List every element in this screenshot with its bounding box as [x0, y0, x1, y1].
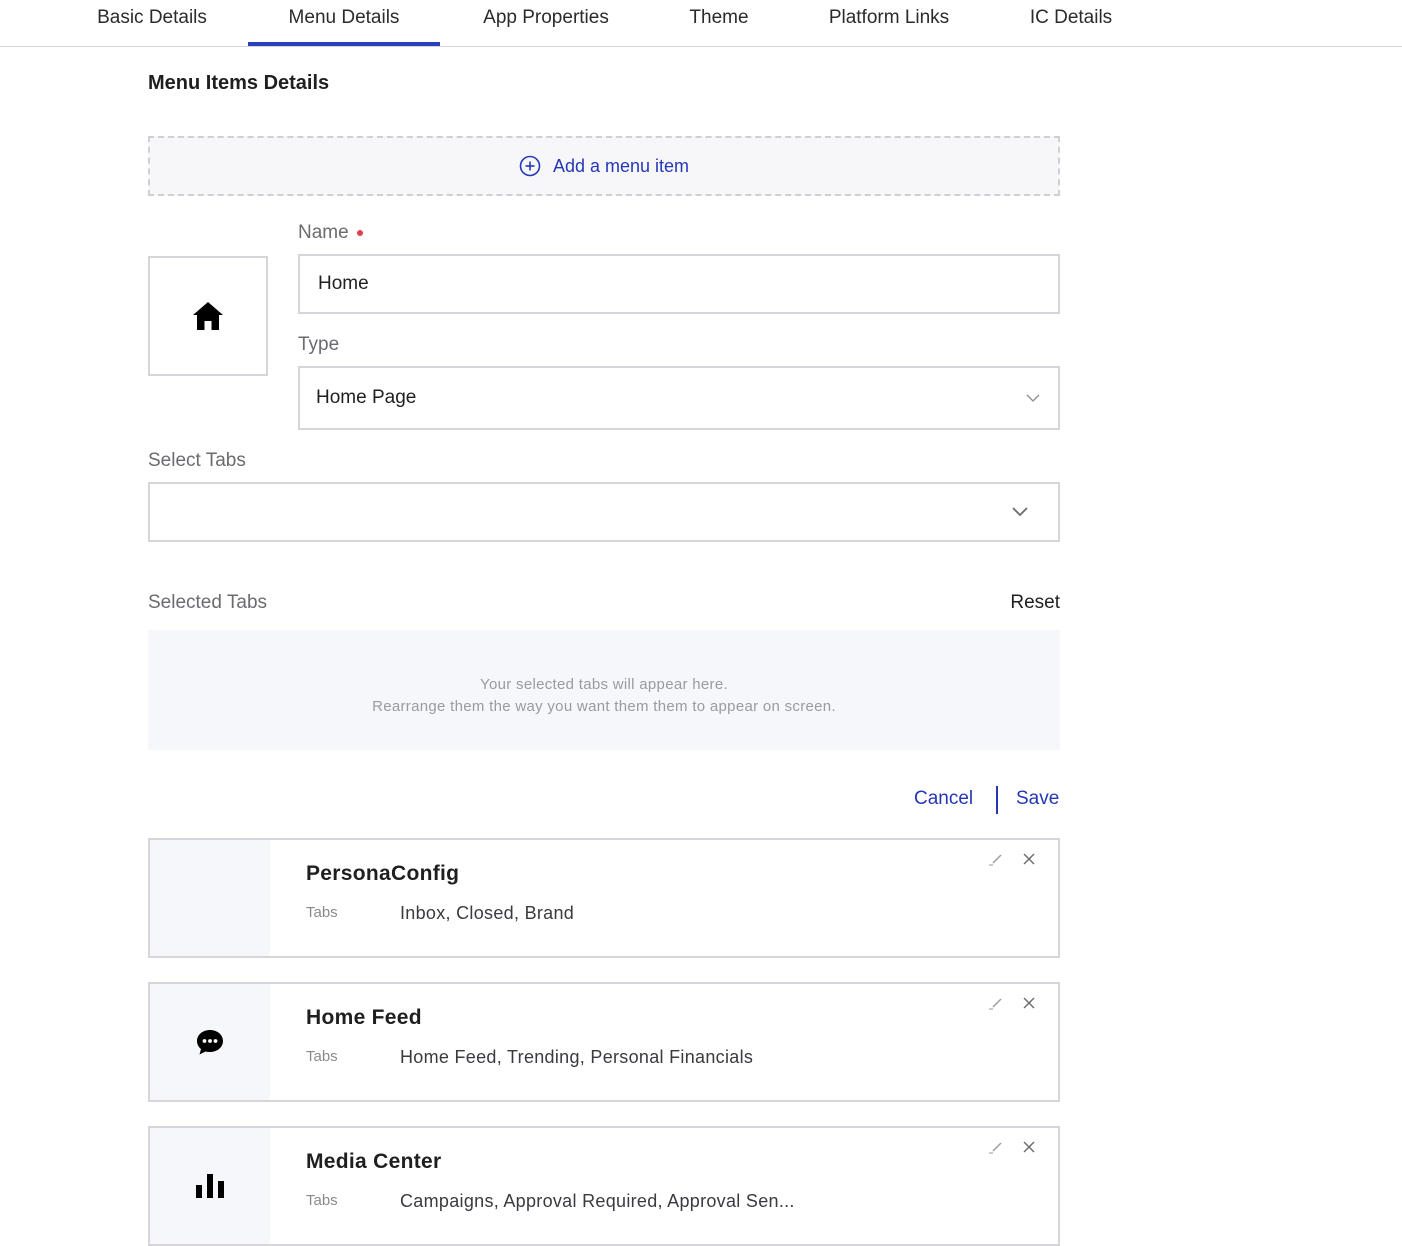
card-icon-area: [150, 984, 270, 1100]
close-icon[interactable]: [1022, 996, 1036, 1010]
type-select[interactable]: Home Page: [298, 366, 1060, 430]
chevron-down-icon: [1012, 507, 1028, 517]
card-title: PersonaConfig: [306, 862, 460, 885]
card-tabs-label: Tabs: [306, 904, 338, 921]
name-input-value: Home: [318, 273, 369, 294]
card-tabs-label: Tabs: [306, 1048, 338, 1065]
select-tabs-dropdown[interactable]: [148, 482, 1060, 542]
card-tabs-value: Campaigns, Approval Required, Approval S…: [400, 1191, 795, 1211]
pencil-icon[interactable]: [988, 1140, 1004, 1156]
menu-item-card: Media Center Tabs Campaigns, Approval Re…: [148, 1126, 1060, 1246]
tab-theme[interactable]: Theme: [686, 0, 752, 46]
tab-app-properties[interactable]: App Properties: [476, 0, 616, 46]
close-icon[interactable]: [1022, 852, 1036, 866]
pencil-icon[interactable]: [988, 852, 1004, 868]
menu-item-card: Home Feed Tabs Home Feed, Trending, Pers…: [148, 982, 1060, 1102]
tab-ic-details[interactable]: IC Details: [1026, 0, 1116, 46]
card-title: Media Center: [306, 1150, 442, 1173]
cancel-button[interactable]: Cancel: [914, 788, 973, 810]
card-icon-area: [150, 840, 270, 956]
tab-platform-links[interactable]: Platform Links: [822, 0, 956, 46]
home-icon: [193, 302, 223, 330]
card-icon-area: [150, 1128, 270, 1244]
name-input[interactable]: Home: [298, 254, 1060, 314]
action-divider: [996, 786, 998, 814]
tab-basic-details[interactable]: Basic Details: [92, 0, 212, 46]
card-tabs-value: Inbox, Closed, Brand: [400, 903, 575, 923]
save-button[interactable]: Save: [1016, 788, 1059, 810]
chat-bubble-icon: [197, 1030, 223, 1055]
selected-tabs-area: Your selected tabs will appear here. Rea…: [148, 630, 1060, 750]
pencil-icon[interactable]: [988, 996, 1004, 1012]
section-title: Menu Items Details: [148, 72, 330, 94]
close-icon[interactable]: [1022, 1140, 1036, 1154]
tab-menu-details[interactable]: Menu Details: [248, 0, 440, 46]
selected-tabs-label: Selected Tabs: [148, 592, 268, 613]
type-select-value: Home Page: [316, 387, 417, 408]
icon-picker[interactable]: [148, 256, 268, 376]
type-label: Type: [298, 334, 340, 355]
menu-item-card: PersonaConfig Tabs Inbox, Closed, Brand: [148, 838, 1060, 958]
empty-hint-line1: Your selected tabs will appear here.: [480, 676, 728, 693]
card-title: Home Feed: [306, 1006, 422, 1029]
name-label: Name: [298, 222, 363, 244]
plus-circle-icon: [519, 155, 541, 177]
empty-hint-line2: Rearrange them the way you want them the…: [372, 698, 836, 715]
add-menu-item-button[interactable]: Add a menu item: [148, 136, 1060, 196]
chevron-down-icon: [1026, 394, 1040, 402]
card-tabs-value: Home Feed, Trending, Personal Financials: [400, 1047, 754, 1067]
required-indicator: [356, 229, 363, 236]
reset-button[interactable]: Reset: [1000, 592, 1060, 614]
card-tabs-label: Tabs: [306, 1192, 338, 1209]
bar-chart-icon: [196, 1174, 224, 1198]
name-label-text: Name: [298, 222, 349, 243]
add-menu-item-label: Add a menu item: [552, 155, 690, 176]
select-tabs-label: Select Tabs: [148, 450, 246, 471]
tab-bar: Basic Details Menu Details App Propertie…: [0, 0, 1402, 47]
